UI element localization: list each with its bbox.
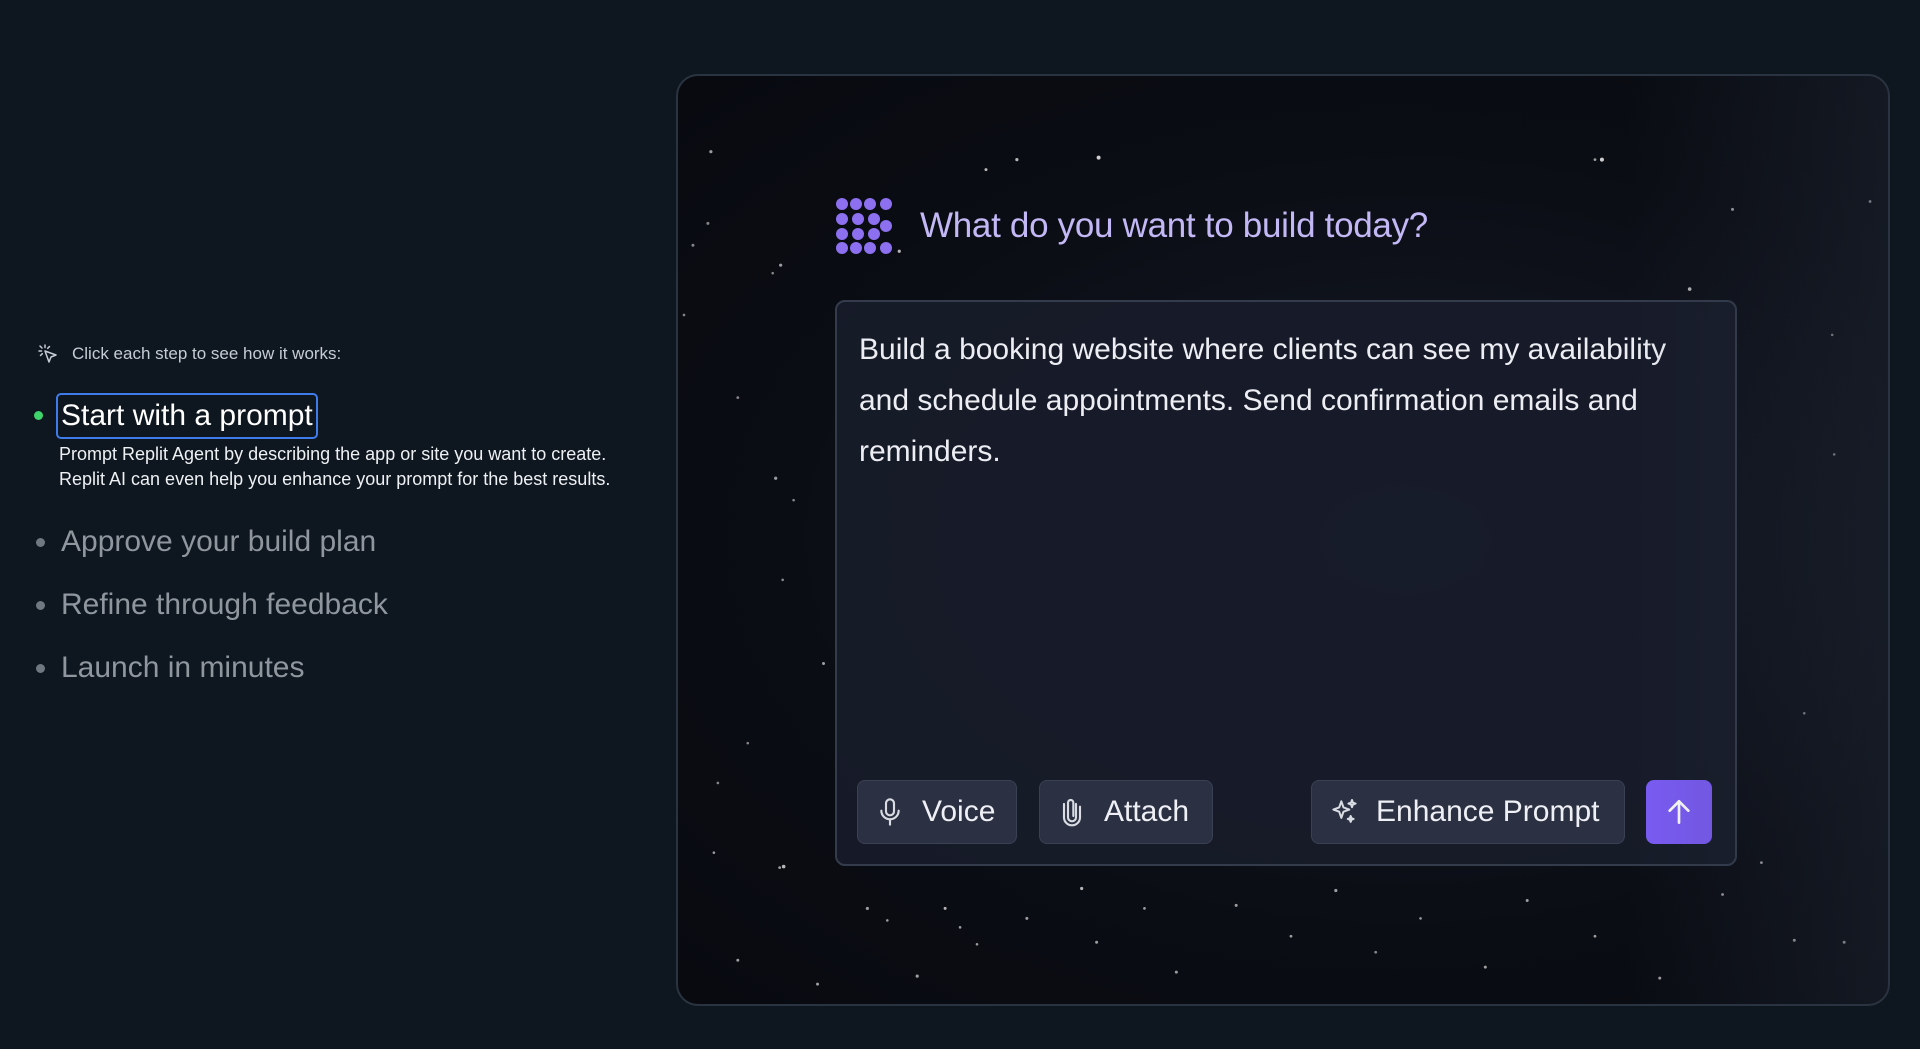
prompt-textarea[interactable]: Build a booking website where clients ca… [859, 324, 1719, 477]
sparkles-icon [1332, 799, 1357, 823]
send-button[interactable] [1646, 780, 1712, 844]
step-title[interactable]: Approve your build plan [61, 522, 376, 562]
step-description: Prompt Replit Agent by describing the ap… [59, 444, 611, 489]
step-title[interactable]: Refine through feedback [61, 585, 388, 625]
panel-heading: What do you want to build today? [834, 196, 1428, 256]
enhance-prompt-button[interactable]: Enhance Prompt [1311, 780, 1625, 844]
voice-button-label: Voice [922, 795, 996, 828]
enhance-prompt-label: Enhance Prompt [1376, 795, 1600, 828]
step-bullet [36, 664, 45, 673]
panel-heading-text: What do you want to build today? [920, 206, 1428, 245]
step-bullet [36, 601, 45, 610]
cursor-click-icon [38, 344, 57, 363]
step-title[interactable]: Launch in minutes [61, 648, 305, 688]
step-refine-feedback[interactable]: Refine through feedback [36, 585, 636, 625]
paperclip-icon [1062, 799, 1082, 827]
step-launch[interactable]: Launch in minutes [36, 648, 636, 688]
attach-button[interactable]: Attach [1039, 780, 1213, 844]
hint-row: Click each step to see how it works: [36, 342, 636, 366]
step-bullet-active [34, 411, 43, 420]
attach-button-label: Attach [1104, 795, 1190, 828]
step-approve-build-plan[interactable]: Approve your build plan [36, 522, 636, 562]
step-bullet [36, 538, 45, 547]
microphone-icon [880, 798, 900, 826]
prompt-input-box[interactable]: Build a booking website where clients ca… [835, 300, 1737, 866]
replit-agent-logo-icon [836, 198, 892, 254]
voice-button[interactable]: Voice [857, 780, 1017, 844]
step-start-with-prompt[interactable]: Start with a prompt Prompt Replit Agent … [34, 393, 636, 492]
steps-list: Start with a prompt Prompt Replit Agent … [34, 393, 636, 688]
step-title[interactable]: Start with a prompt [56, 393, 318, 439]
hint-text: Click each step to see how it works: [72, 344, 342, 363]
demo-panel: What do you want to build today? Build a… [676, 74, 1890, 1006]
arrow-up-icon [1668, 800, 1690, 824]
steps-column: Click each step to see how it works: Sta… [34, 342, 636, 688]
